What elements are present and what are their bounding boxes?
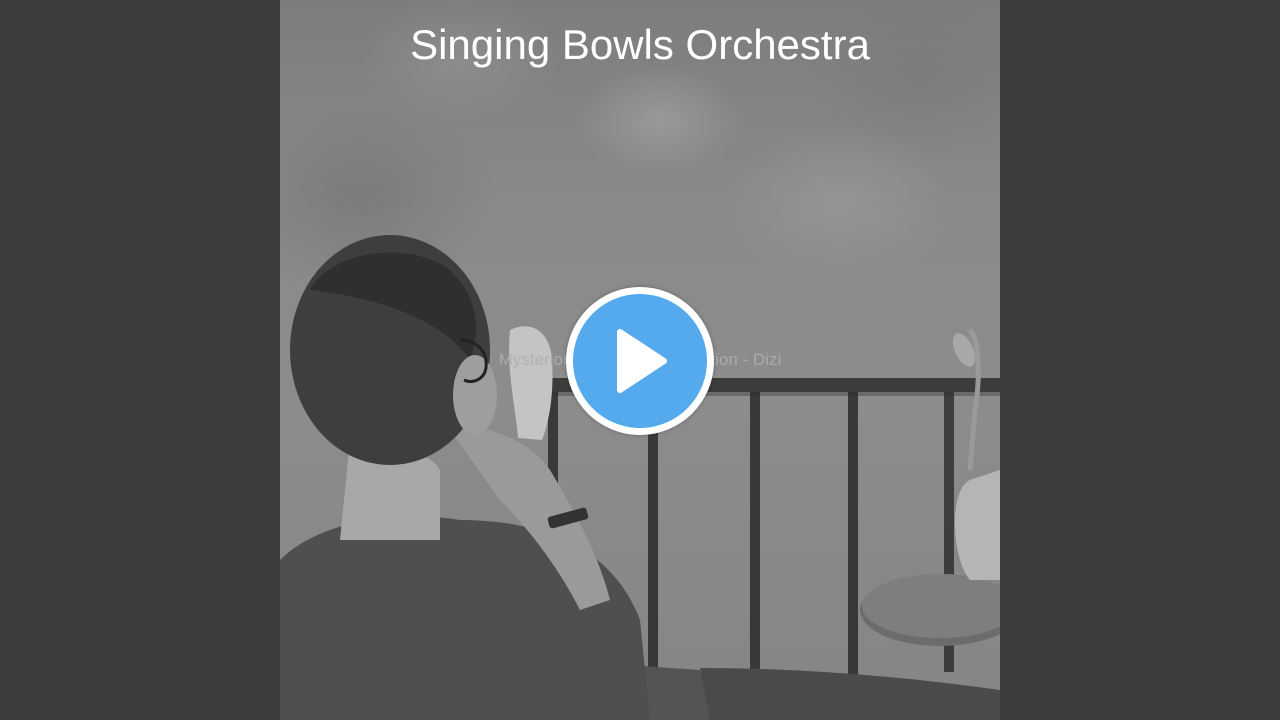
play-button-circle [573, 294, 707, 428]
video-player[interactable]: Singing Bowls Orchestra Mysterious Music… [0, 0, 1280, 720]
channel-title: Singing Bowls Orchestra [410, 21, 870, 68]
play-icon [617, 329, 667, 393]
play-button[interactable] [566, 287, 714, 435]
